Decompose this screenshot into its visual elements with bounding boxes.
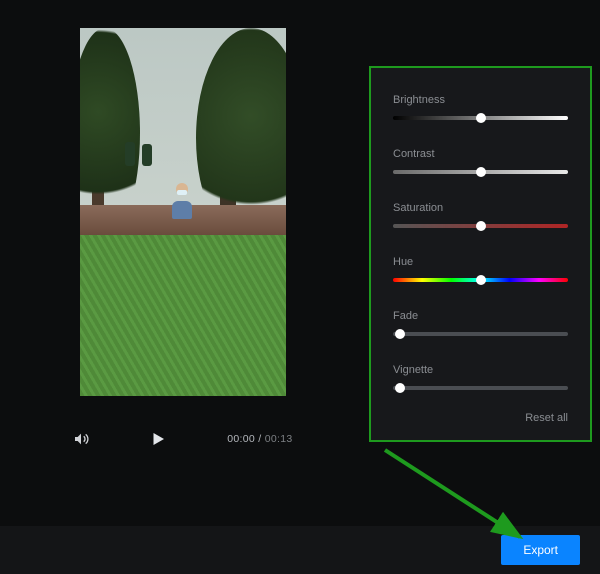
- vignette-label: Vignette: [393, 364, 568, 376]
- bottom-toolbar: Export: [0, 526, 600, 574]
- brightness-control: Brightness: [393, 94, 568, 120]
- reset-all-link[interactable]: Reset all: [393, 412, 568, 424]
- hue-control: Hue: [393, 256, 568, 282]
- player-controls: 00:00 / 00:13: [73, 430, 293, 448]
- hue-thumb[interactable]: [476, 275, 486, 285]
- fade-label: Fade: [393, 310, 568, 322]
- vignette-thumb[interactable]: [395, 383, 405, 393]
- adjustments-panel: Brightness Contrast Saturation Hue: [369, 66, 592, 442]
- vignette-slider[interactable]: [393, 386, 568, 390]
- brightness-slider[interactable]: [393, 116, 568, 120]
- vignette-control: Vignette: [393, 364, 568, 390]
- contrast-thumb[interactable]: [476, 167, 486, 177]
- saturation-label: Saturation: [393, 202, 568, 214]
- hue-slider[interactable]: [393, 278, 568, 282]
- export-button[interactable]: Export: [501, 535, 580, 565]
- video-preview[interactable]: [80, 28, 286, 396]
- contrast-slider[interactable]: [393, 170, 568, 174]
- current-time: 00:00: [227, 433, 255, 445]
- play-icon[interactable]: [149, 430, 167, 448]
- brightness-thumb[interactable]: [476, 113, 486, 123]
- fade-slider[interactable]: [393, 332, 568, 336]
- saturation-control: Saturation: [393, 202, 568, 228]
- fade-thumb[interactable]: [395, 329, 405, 339]
- total-time: 00:13: [265, 433, 293, 445]
- brightness-label: Brightness: [393, 94, 568, 106]
- time-display: 00:00 / 00:13: [227, 433, 292, 445]
- contrast-label: Contrast: [393, 148, 568, 160]
- saturation-thumb[interactable]: [476, 221, 486, 231]
- volume-icon[interactable]: [73, 431, 89, 447]
- saturation-slider[interactable]: [393, 224, 568, 228]
- contrast-control: Contrast: [393, 148, 568, 174]
- hue-label: Hue: [393, 256, 568, 268]
- fade-control: Fade: [393, 310, 568, 336]
